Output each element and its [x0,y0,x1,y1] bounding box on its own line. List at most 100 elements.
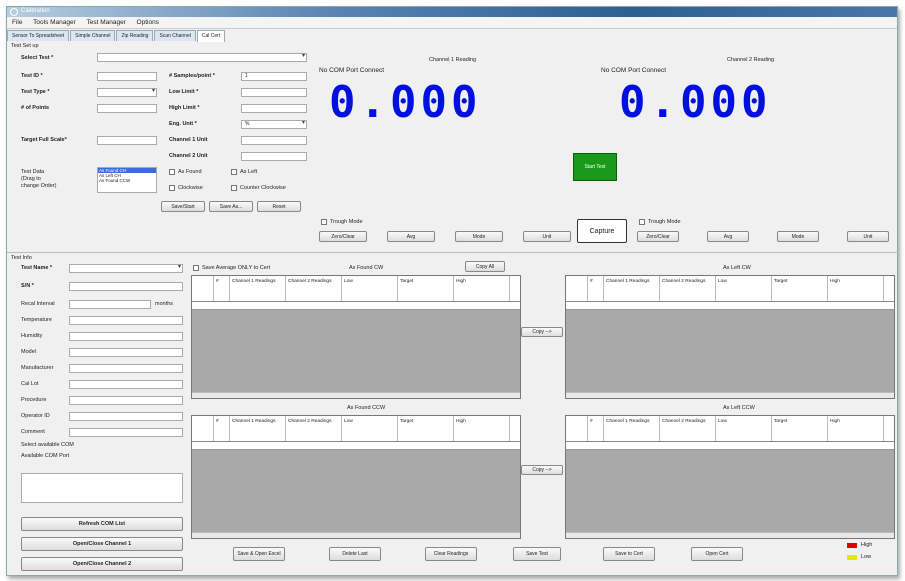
grid-header: # Channel 1 Readings Channel 2 Readings … [192,276,520,302]
high-limit-input[interactable] [241,104,307,113]
menu-test-manager[interactable]: Test Manager [86,19,125,26]
menu-file[interactable]: File [12,19,22,26]
save-start-button[interactable]: Save/Start [161,201,205,212]
test-name-dropdown[interactable] [69,263,183,273]
low-limit-input[interactable] [241,88,307,97]
open-close-channel-1-button[interactable]: Open/Close Channel 1 [21,537,183,551]
channel-2-mode-button[interactable]: Mode [777,231,819,242]
table-row[interactable] [566,442,894,450]
column-header: Target [772,276,828,301]
column-header: # [588,276,604,301]
window-title: Calibration [21,8,50,14]
clockwise-checkbox[interactable] [169,185,175,191]
open-cert-button[interactable]: Open Cert [691,547,743,561]
target-full-scale-input[interactable] [97,136,157,145]
humidity-input[interactable] [69,332,183,341]
channel-2-status: No COM Port Connect [601,67,667,74]
clear-readings-button[interactable]: Clear Readings [425,547,477,561]
save-as-button[interactable]: Save As... [209,201,253,212]
tab-sensor-to-spreadsheet[interactable]: Sensor To Spreadsheet [7,30,70,41]
field-label: Model [21,349,36,355]
channel-2-trough-checkbox[interactable] [639,219,645,225]
channel-2-unit-input[interactable] [241,152,307,161]
low-limit-label: Low Limit * [169,89,199,95]
procedure-input[interactable] [69,396,183,405]
app-window: Calibration File Tools Manager Test Mana… [6,6,899,576]
test-data-list[interactable]: As Found CH As Left CH As Found CCW [97,167,157,193]
available-com-label: Available COM Port [21,453,70,459]
select-test-label: Select Test * [21,55,54,61]
as-left-cw-grid[interactable]: # Channel 1 Readings Channel 2 Readings … [565,275,895,399]
horizontal-scrollbar[interactable] [192,392,520,398]
tab-scan-channel[interactable]: Scan Channel [154,30,196,41]
horizontal-scrollbar[interactable] [566,532,894,538]
channel-2-unit-button[interactable]: Unit [847,231,889,242]
list-item[interactable]: As Found CCW [98,178,156,183]
channel-2-avg-button[interactable]: Avg [707,231,749,242]
channel-1-trough-checkbox[interactable] [321,219,327,225]
horizontal-scrollbar[interactable] [192,532,520,538]
table-row[interactable] [192,302,520,310]
as-left-ccw-grid[interactable]: # Channel 1 Readings Channel 2 Readings … [565,415,895,539]
eng-unit-label: Eng. Unit * [169,121,197,127]
channel-1-mode-button[interactable]: Mode [455,231,503,242]
test-id-input[interactable] [97,72,157,81]
as-found-cw-grid[interactable]: # Channel 1 Readings Channel 2 Readings … [191,275,521,399]
select-test-dropdown[interactable] [97,52,307,62]
save-test-button[interactable]: Save Test [513,547,561,561]
low-legend-label: Low [861,554,872,560]
reset-button[interactable]: Reset [257,201,301,212]
save-average-checkbox[interactable] [193,265,199,271]
channel-2-zero-clear-button[interactable]: Zero/Clear [637,231,679,242]
save-to-cert-button[interactable]: Save to Cert [603,547,655,561]
channel-1-zero-clear-button[interactable]: Zero/Clear [319,231,367,242]
table-row[interactable] [192,442,520,450]
column-header: Low [716,416,772,441]
copy-all-button[interactable]: Copy All [465,261,505,272]
test-type-dropdown[interactable] [97,87,157,97]
tab-zip-reading[interactable]: Zip Reading [116,30,154,41]
com-port-list[interactable] [21,473,183,503]
test-type-label: Test Type * [21,89,50,95]
delete-last-button[interactable]: Delete Last [329,547,381,561]
tab-cal-cert[interactable]: Cal Cert [196,30,226,42]
samples-input[interactable]: 1 [241,72,307,81]
refresh-com-button[interactable]: Refresh COM List [21,517,183,531]
as-left-checkbox[interactable] [231,169,237,175]
channel-1-unit-input[interactable] [241,136,307,145]
recal-interval-input[interactable] [69,300,151,309]
as-found-checkbox[interactable] [169,169,175,175]
capture-button[interactable]: Capture [577,219,627,243]
as-found-ccw-grid[interactable]: # Channel 1 Readings Channel 2 Readings … [191,415,521,539]
comment-input[interactable] [69,428,183,437]
test-setup-panel: Test Set up Select Test * Test ID * Test… [9,43,311,249]
clockwise-label: Clockwise [178,185,203,191]
eng-unit-dropdown[interactable]: % [241,119,307,129]
menu-tools-manager[interactable]: Tools Manager [33,19,76,26]
operator-id-input[interactable] [69,412,183,421]
copy-ccw-button[interactable]: Copy --> [521,465,563,475]
temperature-input[interactable] [69,316,183,325]
sn-input[interactable] [69,282,183,291]
channel-2-panel: Channel 2 Reading No COM Port Connect 0.… [601,57,895,249]
tab-strip: Sensor To Spreadsheet Simple Channel Zip… [7,30,226,42]
model-input[interactable] [69,348,183,357]
points-input[interactable] [97,104,157,113]
save-open-excel-button[interactable]: Save & Open Excel [233,547,285,561]
menu-options[interactable]: Options [137,19,159,26]
cal-lot-input[interactable] [69,380,183,389]
manufacturer-input[interactable] [69,364,183,373]
copy-cw-button[interactable]: Copy --> [521,327,563,337]
tab-simple-channel[interactable]: Simple Channel [70,30,116,41]
channel-1-avg-button[interactable]: Avg [387,231,435,242]
channel-1-panel: Channel 1 Reading No COM Port Connect 0.… [315,57,595,249]
drag-hint-label: (Drag to change Order) [21,176,57,189]
open-close-channel-2-button[interactable]: Open/Close Channel 2 [21,557,183,571]
start-test-button[interactable]: Start Test [573,153,617,181]
counter-clockwise-checkbox[interactable] [231,185,237,191]
channel-2-title: Channel 2 Reading [727,57,775,63]
horizontal-scrollbar[interactable] [566,392,894,398]
table-row[interactable] [566,302,894,310]
high-legend-swatch [847,543,857,548]
channel-1-unit-button[interactable]: Unit [523,231,571,242]
